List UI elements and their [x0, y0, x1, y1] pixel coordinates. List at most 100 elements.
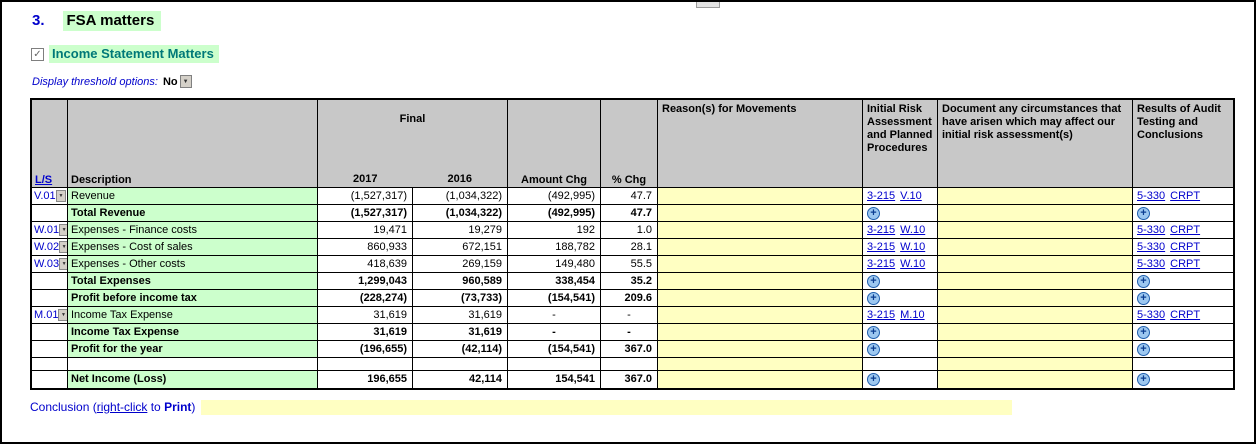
circumstances-input-cell[interactable]	[938, 324, 1133, 341]
results-ref-link[interactable]: 5-330	[1137, 189, 1165, 203]
results-ref-link[interactable]: 5-330	[1137, 308, 1165, 322]
table-row: Net Income (Loss) 196,655 42,114 154,541 367…	[32, 371, 1233, 388]
chevron-down-icon[interactable]: ▼	[59, 224, 67, 236]
conclusion-input-field[interactable]	[201, 399, 1012, 415]
circumstances-input-cell[interactable]	[938, 222, 1133, 239]
table-row: M.01 ▼ Income Tax Expense 31,619 31,619- -3-2…	[32, 307, 1233, 324]
final-label: Final	[399, 113, 426, 125]
add-plus-icon[interactable]: +	[1137, 291, 1150, 305]
circumstances-input-cell[interactable]	[938, 290, 1133, 307]
reason-input-cell[interactable]	[658, 256, 863, 273]
reason-input-cell[interactable]	[658, 188, 863, 205]
results-ref-link[interactable]: 5-330	[1137, 223, 1165, 237]
reason-input-cell[interactable]	[658, 222, 863, 239]
add-plus-icon[interactable]: +	[1137, 342, 1150, 356]
amount-chg-cell	[508, 358, 601, 371]
pct-chg-cell: 367.0	[601, 371, 658, 388]
risk-assessment-cell: +	[863, 341, 938, 358]
reason-input-cell[interactable]	[658, 324, 863, 341]
reason-input-cell[interactable]	[658, 205, 863, 222]
add-plus-icon[interactable]: +	[1137, 373, 1150, 386]
add-plus-icon[interactable]: +	[867, 373, 880, 386]
reason-input-cell[interactable]	[658, 341, 863, 358]
risk-ref-link[interactable]: W.10	[900, 257, 925, 271]
results-ref-link[interactable]: CRPT	[1170, 257, 1200, 271]
reason-input-cell[interactable]	[658, 371, 863, 388]
risk-ref-link[interactable]: 3-215	[867, 223, 895, 237]
value-2016-cell: 672,151	[413, 239, 508, 256]
ls-cell[interactable]: V.01 ▼	[32, 188, 68, 205]
add-plus-icon[interactable]: +	[867, 325, 880, 339]
income-statement-checkbox[interactable]: ✓	[31, 47, 44, 61]
ls-cell[interactable]: W.02 ▼	[32, 239, 68, 256]
add-plus-icon[interactable]: +	[1137, 206, 1150, 220]
chevron-down-icon[interactable]: ▼	[58, 309, 67, 321]
ls-value: V.01	[34, 190, 56, 202]
add-plus-icon[interactable]: +	[867, 206, 880, 220]
risk-ref-link[interactable]: W.10	[900, 240, 925, 254]
results-ref-link[interactable]: 5-330	[1137, 257, 1165, 271]
table-body: V.01 ▼ Revenue (1,527,317) (1,034,322) (492,9…	[32, 188, 1233, 388]
risk-ref-link[interactable]: 3-215	[867, 257, 895, 271]
chevron-down-icon[interactable]: ▼	[56, 190, 66, 202]
results-ref-link[interactable]: CRPT	[1170, 223, 1200, 237]
ls-header-label[interactable]: L/S	[35, 174, 52, 186]
reason-input-cell[interactable]	[658, 273, 863, 290]
ls-header[interactable]: L/S	[32, 100, 68, 188]
value-2016-cell: 19,279	[413, 222, 508, 239]
add-plus-icon[interactable]: +	[867, 274, 880, 288]
table-row: Profit before income tax (228,274) (73,733…	[32, 290, 1233, 307]
threshold-options-row: Display threshold options: No ▼	[32, 75, 1254, 88]
risk-ref-link[interactable]: V.10	[900, 189, 922, 203]
ls-cell[interactable]: W.03 ▼	[32, 256, 68, 273]
reason-input-cell[interactable]	[658, 358, 863, 371]
ls-cell[interactable]: W.01 ▼	[32, 222, 68, 239]
circumstances-input-cell[interactable]	[938, 307, 1133, 324]
results-cell: +	[1133, 371, 1233, 388]
results-cell: +	[1133, 205, 1233, 222]
circumstances-input-cell[interactable]	[938, 188, 1133, 205]
add-plus-icon[interactable]: +	[867, 291, 880, 305]
value-2016-cell: (73,733)	[413, 290, 508, 307]
ls-value: W.01	[34, 224, 60, 236]
year-2017-header: 2017	[353, 173, 378, 185]
risk-ref-link[interactable]: 3-215	[867, 189, 895, 203]
circumstances-input-cell[interactable]	[938, 358, 1133, 371]
ls-cell	[32, 273, 68, 290]
add-plus-icon[interactable]: +	[1137, 325, 1150, 339]
chevron-down-icon[interactable]: ▼	[59, 258, 67, 270]
add-plus-icon[interactable]: +	[1137, 274, 1150, 288]
circumstances-input-cell[interactable]	[938, 239, 1133, 256]
pct-chg-header-label: % Chg	[611, 174, 647, 186]
add-plus-icon[interactable]: +	[867, 342, 880, 356]
right-click-link[interactable]: right-click	[97, 400, 148, 414]
circumstances-input-cell[interactable]	[938, 371, 1133, 388]
results-ref-link[interactable]: CRPT	[1170, 240, 1200, 254]
circumstances-input-cell[interactable]	[938, 205, 1133, 222]
circumstances-input-cell[interactable]	[938, 273, 1133, 290]
chevron-down-icon[interactable]: ▼	[59, 241, 67, 253]
value-2017-cell: (1,527,317)	[318, 188, 413, 205]
risk-assessment-cell: +	[863, 205, 938, 222]
ls-cell	[32, 358, 68, 371]
risk-ref-link[interactable]: W.10	[900, 223, 925, 237]
results-ref-link[interactable]: 5-330	[1137, 240, 1165, 254]
risk-ref-link[interactable]: M.10	[900, 308, 924, 322]
pct-chg-cell: 1.0	[601, 222, 658, 239]
circumstances-input-cell[interactable]	[938, 341, 1133, 358]
amount-chg-cell: 149,480	[508, 256, 601, 273]
risk-ref-link[interactable]: 3-215	[867, 240, 895, 254]
chevron-down-icon[interactable]: ▼	[179, 75, 192, 88]
description-header-label: Description	[71, 174, 132, 186]
amount-chg-cell: (154,541)	[508, 341, 601, 358]
reason-input-cell[interactable]	[658, 307, 863, 324]
threshold-select-value[interactable]: No	[163, 76, 178, 88]
results-ref-link[interactable]: CRPT	[1170, 308, 1200, 322]
reason-input-cell[interactable]	[658, 239, 863, 256]
ls-cell[interactable]: M.01 ▼	[32, 307, 68, 324]
reason-input-cell[interactable]	[658, 290, 863, 307]
amount-chg-cell: -	[508, 307, 601, 324]
results-ref-link[interactable]: CRPT	[1170, 189, 1200, 203]
risk-ref-link[interactable]: 3-215	[867, 308, 895, 322]
circumstances-input-cell[interactable]	[938, 256, 1133, 273]
